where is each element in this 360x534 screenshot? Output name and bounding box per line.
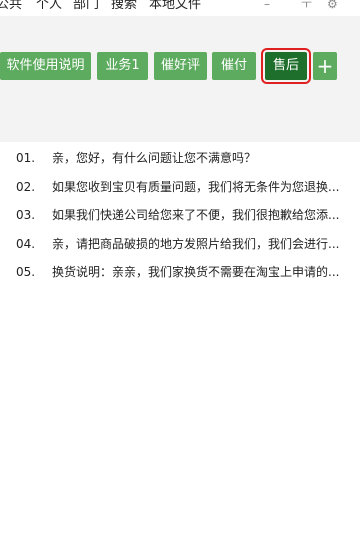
item-number: 04. xyxy=(16,237,36,251)
minimize-icon[interactable]: – xyxy=(264,0,270,11)
item-text: 亲，请把商品破损的地方发照片给我们，我们会进行... xyxy=(52,237,340,251)
item-text: 如果我们快递公司给您来了不便，我们很抱歉给您添... xyxy=(52,208,340,222)
category-button-software-guide[interactable]: 软件使用说明 xyxy=(0,52,91,80)
list-item[interactable]: 01. 亲，您好，有什么问题让您不满意吗？ xyxy=(16,148,256,168)
list-item[interactable]: 04. 亲，请把商品破损的地方发照片给我们，我们会进行... xyxy=(16,234,339,254)
tab-local-files[interactable]: 本地文件 xyxy=(149,0,201,12)
add-category-button[interactable]: + xyxy=(313,52,337,80)
tab-public[interactable]: 公共 xyxy=(0,0,22,12)
phrase-category-toolbar: 软件使用说明 业务1 催好评 催付 售后 + xyxy=(0,16,360,142)
item-number: 05. xyxy=(16,265,36,279)
category-button-payment-reminder[interactable]: 催付 xyxy=(212,52,256,80)
category-button-review-reminder[interactable]: 催好评 xyxy=(154,52,207,80)
item-text: 如果您收到宝贝有质量问题，我们将无条件为您退换... xyxy=(52,180,340,194)
list-item[interactable]: 05. 换货说明：亲亲，我们家换货不需要在淘宝上申请的... xyxy=(16,262,339,282)
item-number: 03. xyxy=(16,208,36,222)
pin-icon[interactable]: ㅜ xyxy=(301,0,312,11)
settings-icon[interactable]: ⚙ xyxy=(327,0,338,11)
tab-search[interactable]: 搜索 xyxy=(111,0,137,12)
list-item[interactable]: 02. 如果您收到宝贝有质量问题，我们将无条件为您退换... xyxy=(16,177,339,197)
item-number: 02. xyxy=(16,180,36,194)
item-number: 01. xyxy=(16,151,36,165)
tab-personal[interactable]: 个人 xyxy=(36,0,62,12)
category-button-business1[interactable]: 业务1 xyxy=(97,52,148,80)
item-text: 换货说明：亲亲，我们家换货不需要在淘宝上申请的... xyxy=(52,265,340,279)
tab-department[interactable]: 部门 xyxy=(73,0,99,12)
item-text: 亲，您好，有什么问题让您不满意吗？ xyxy=(52,151,257,165)
list-item[interactable]: 03. 如果我们快递公司给您来了不便，我们很抱歉给您添... xyxy=(16,205,339,225)
top-tab-bar: 公共 个人 部门 搜索 本地文件 – ㅜ ⚙ xyxy=(0,0,360,16)
category-button-after-sales[interactable]: 售后 xyxy=(261,48,311,84)
